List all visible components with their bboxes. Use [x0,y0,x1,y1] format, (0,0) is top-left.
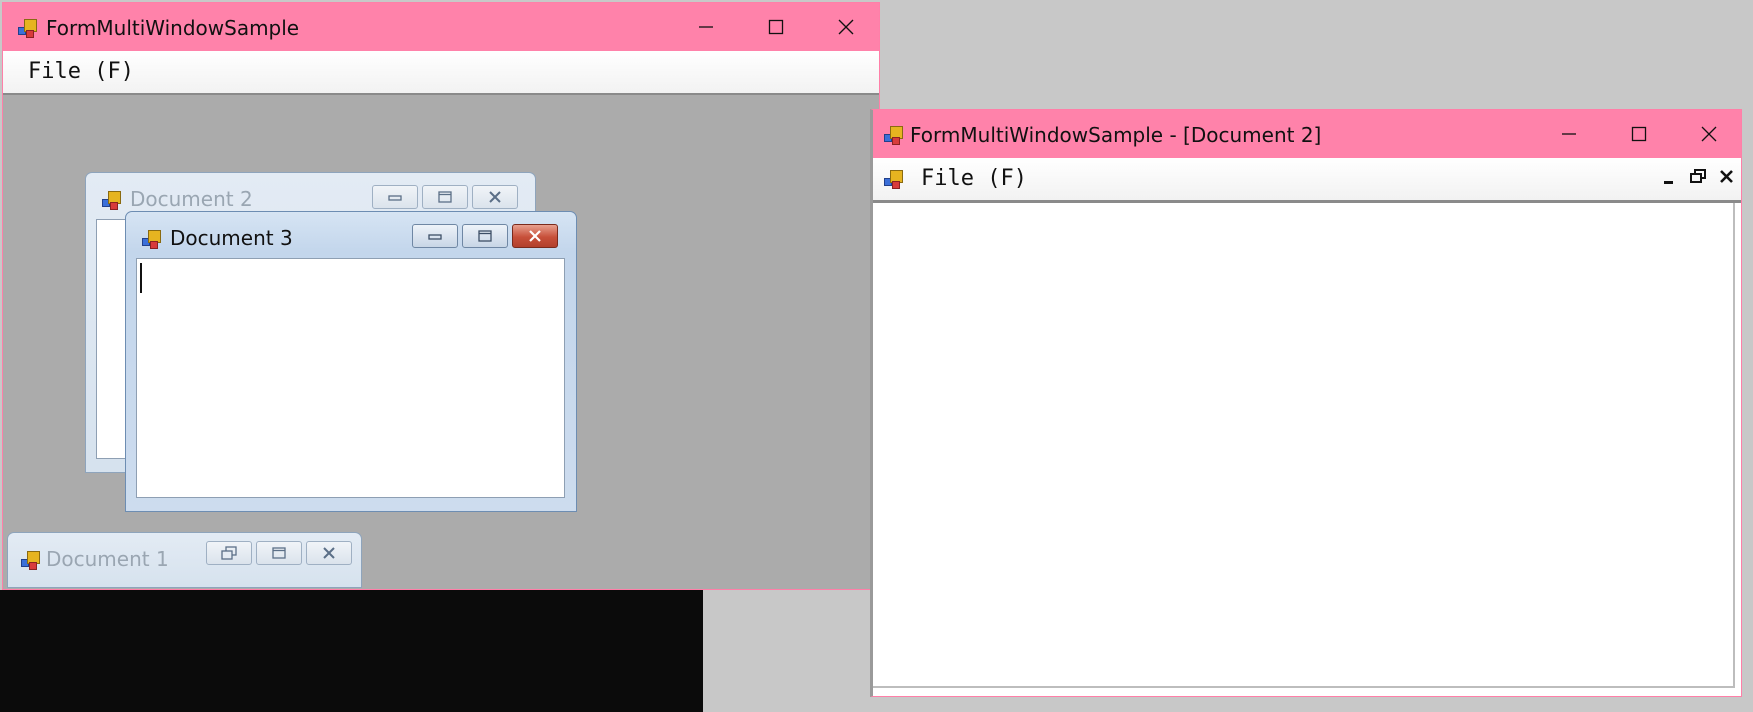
main-window-title: FormMultiWindowSample [46,16,300,40]
second-window: FormMultiWindowSample - [Document 2] Fil… [870,109,1742,697]
mdi-document-1-minimized[interactable]: Document 1 [7,532,362,588]
mdi-document-1-title: Document 1 [46,547,169,571]
doc3-minimize-button[interactable] [412,224,458,248]
doc1-restore-button[interactable] [206,541,252,565]
mdi-minimize-button[interactable] [1659,170,1679,188]
second-title-bar[interactable]: FormMultiWindowSample - [Document 2] [873,110,1741,158]
minimize-icon [699,26,713,28]
mdi-document-3-title: Document 3 [170,226,293,250]
main-window: FormMultiWindowSample File (F) Document … [2,2,880,590]
main-close-button[interactable] [811,3,881,51]
main-title-bar[interactable]: FormMultiWindowSample [3,3,879,51]
mdi-restore-button[interactable] [1688,168,1708,186]
menu-file[interactable]: File (F) [921,166,1027,191]
main-menu-bar: File (F) [3,51,879,95]
menu-file[interactable]: File (F) [28,59,134,84]
restore-icon [1690,169,1706,183]
second-minimize-button[interactable] [1534,110,1604,158]
doc2-maximize-button[interactable] [422,185,468,209]
text-caret [140,263,142,293]
maximize-icon [1631,126,1647,142]
second-close-button[interactable] [1674,110,1744,158]
app-icon[interactable] [883,168,903,189]
second-menu-bar: File (F) [873,158,1741,203]
close-icon [529,230,541,242]
minimize-icon [1562,133,1576,135]
minimize-icon [388,195,402,201]
maximize-icon [438,191,452,203]
maximize-icon [272,547,286,559]
restore-icon [221,546,237,560]
app-icon[interactable] [17,17,37,38]
main-maximize-button[interactable] [741,3,811,51]
app-icon [20,549,40,570]
close-icon [838,19,854,35]
maximize-icon [768,19,784,35]
mdi-close-button[interactable] [1717,168,1737,186]
second-maximize-button[interactable] [1604,110,1674,158]
doc3-maximize-button[interactable] [462,224,508,248]
doc1-close-button[interactable] [306,541,352,565]
doc3-close-button[interactable] [512,224,558,248]
app-icon[interactable] [883,124,903,145]
close-icon [1720,170,1733,183]
app-icon [141,228,161,249]
close-icon [323,547,335,559]
mdi-document-3[interactable]: Document 3 [125,211,577,512]
close-icon [1701,126,1717,142]
doc3-text-area[interactable] [136,258,565,498]
minimize-icon [428,234,442,240]
doc2-close-button[interactable] [472,185,518,209]
second-window-title: FormMultiWindowSample - [Document 2] [910,123,1322,147]
doc2-minimize-button[interactable] [372,185,418,209]
main-minimize-button[interactable] [671,3,741,51]
minimize-icon [1664,181,1673,184]
document-2-text-area[interactable] [873,203,1735,688]
mdi-document-2-title: Document 2 [130,187,253,211]
doc1-maximize-button[interactable] [256,541,302,565]
desktop-black-area [0,590,703,712]
app-icon [101,189,121,210]
maximize-icon [478,230,492,242]
close-icon [489,191,501,203]
